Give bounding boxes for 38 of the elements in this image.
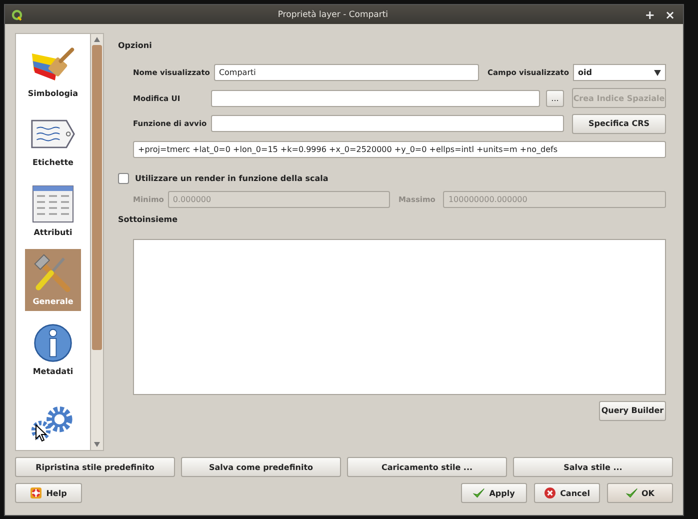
table-icon <box>30 184 76 224</box>
window-title: Proprietà layer - Comparti <box>276 10 390 20</box>
input-field[interactable] <box>211 90 540 106</box>
checkbox-label: Utilizzare un render in funzione della scala <box>135 174 328 182</box>
style-button[interactable]: Salva come predefinito <box>181 457 341 477</box>
scrollbar[interactable] <box>90 34 103 450</box>
section-heading: Opzioni <box>118 41 153 52</box>
browse-button[interactable]: ... <box>546 90 564 106</box>
crs-button[interactable]: Specifica CRS <box>572 114 666 134</box>
input-field[interactable] <box>211 115 564 132</box>
style-button[interactable]: Salva stile ... <box>513 457 673 477</box>
style-button[interactable]: Caricamento stile ... <box>347 457 507 477</box>
scroll-up-icon[interactable] <box>94 37 100 42</box>
crs-field[interactable]: +proj=tmerc +lat_0=0 +lon_0=15 +k=0.9996 +x_0=2520000 +y_0=0 +ellps=intl +units=m +no_defs <box>133 140 666 158</box>
input-field[interactable]: Comparti <box>214 64 480 81</box>
checkbox[interactable] <box>118 172 129 184</box>
mouse-pointer-icon <box>35 424 47 442</box>
ok-button[interactable]: OK <box>607 483 673 503</box>
apply-button[interactable]: Apply <box>461 483 527 503</box>
dropdown[interactable]: oid <box>573 64 666 81</box>
close-button[interactable]: × <box>662 8 677 20</box>
style-button[interactable]: Ripristina stile predefinito <box>15 457 175 477</box>
checkmark-icon <box>473 487 486 499</box>
sidebar-item[interactable]: Metadati <box>25 318 81 380</box>
cancel-button[interactable]: Cancel <box>534 483 600 503</box>
query-builder-button[interactable]: Query Builder <box>599 400 666 420</box>
sidebar-item[interactable]: Etichette <box>25 110 81 172</box>
app-logo-icon <box>11 8 23 20</box>
dropdown-arrow-icon <box>654 70 661 76</box>
cancel-icon <box>544 487 556 499</box>
sidebar-item[interactable]: Attributi <box>25 179 81 242</box>
scroll-down-icon[interactable] <box>94 442 100 447</box>
section-heading: Sottoinsieme <box>118 214 179 226</box>
help-button[interactable]: Help <box>15 483 82 503</box>
checkmark-icon <box>626 487 638 499</box>
maximize-button[interactable]: + <box>642 8 657 20</box>
sidebar-item[interactable]: Simbologia <box>25 40 81 102</box>
lifebuoy-icon <box>30 487 42 499</box>
